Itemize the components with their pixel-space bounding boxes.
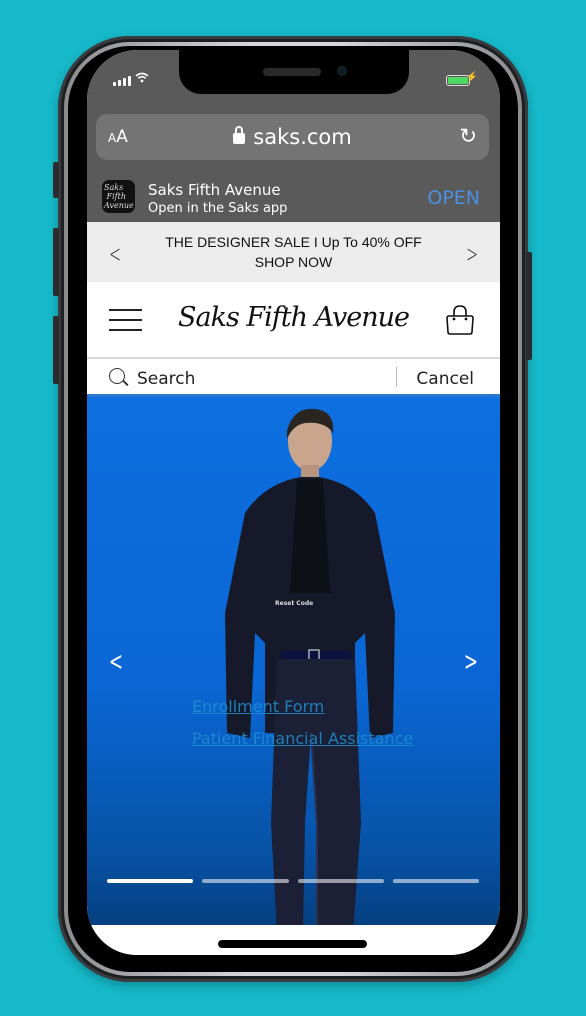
speaker-grille bbox=[263, 68, 321, 76]
smart-app-banner: Saks Fifth Avenue Saks Fifth Avenue Open … bbox=[87, 170, 500, 222]
mute-switch bbox=[53, 162, 59, 198]
promo-headline[interactable]: THE DESIGNER SALE I Up To 40% OFF bbox=[87, 234, 500, 250]
reset-code-label: Reset Code bbox=[275, 600, 314, 607]
app-banner-subtitle: Open in the Saks app bbox=[148, 201, 288, 216]
lock-icon bbox=[233, 126, 246, 144]
search-input[interactable]: Search bbox=[137, 369, 195, 389]
url-text: saks.com bbox=[253, 125, 352, 149]
promo-banner[interactable]: < THE DESIGNER SALE I Up To 40% OFF SHOP… bbox=[87, 222, 500, 282]
status-bar: ⚡ bbox=[87, 50, 500, 108]
home-indicator[interactable] bbox=[218, 940, 367, 948]
promo-cta[interactable]: SHOP NOW bbox=[87, 254, 500, 270]
hero-carousel[interactable]: Reset Code < > Enrollment Form Patient F… bbox=[87, 397, 500, 925]
volume-up-button bbox=[53, 228, 59, 296]
volume-down-button bbox=[53, 316, 59, 384]
chevron-right-icon[interactable]: > bbox=[466, 240, 478, 268]
power-button bbox=[526, 252, 532, 360]
browser-toolbar: AA saks.com ↻ bbox=[87, 108, 500, 170]
bottom-area bbox=[87, 925, 500, 955]
open-app-button[interactable]: OPEN bbox=[427, 187, 480, 209]
reload-icon[interactable]: ↻ bbox=[459, 124, 477, 149]
url-display[interactable]: saks.com bbox=[96, 125, 489, 149]
front-camera bbox=[337, 66, 347, 76]
patient-financial-assistance-link[interactable]: Patient Financial Assistance bbox=[192, 729, 413, 748]
address-bar[interactable]: AA saks.com ↻ bbox=[96, 114, 489, 160]
carousel-next-icon[interactable]: > bbox=[464, 647, 478, 677]
search-bar: Search Cancel bbox=[87, 359, 500, 397]
carousel-indicator[interactable] bbox=[202, 879, 289, 883]
search-divider bbox=[396, 367, 397, 387]
notch bbox=[179, 50, 409, 94]
carousel-indicator[interactable] bbox=[107, 879, 194, 883]
app-banner-title: Saks Fifth Avenue bbox=[148, 181, 281, 199]
search-icon bbox=[109, 368, 125, 384]
carousel-indicator[interactable] bbox=[297, 879, 384, 883]
hero-model-image bbox=[225, 408, 395, 925]
saks-app-icon: Saks Fifth Avenue bbox=[102, 180, 135, 213]
wifi-icon bbox=[135, 72, 149, 86]
carousel-indicator[interactable] bbox=[392, 879, 479, 883]
enrollment-form-link[interactable]: Enrollment Form bbox=[192, 697, 324, 716]
carousel-prev-icon[interactable]: < bbox=[109, 647, 123, 677]
saks-logo[interactable]: Saks Fifth Avenue bbox=[87, 302, 500, 333]
cellular-signal-icon bbox=[113, 76, 131, 86]
site-header: Saks Fifth Avenue bbox=[87, 282, 500, 359]
cancel-button[interactable]: Cancel bbox=[416, 369, 474, 389]
carousel-indicators bbox=[107, 879, 479, 883]
shopping-bag-icon[interactable] bbox=[446, 304, 474, 336]
charging-bolt-icon: ⚡ bbox=[465, 72, 478, 83]
phone-screen: ⚡ AA saks.com ↻ Saks Fifth Avenue Saks Fi… bbox=[87, 50, 500, 955]
